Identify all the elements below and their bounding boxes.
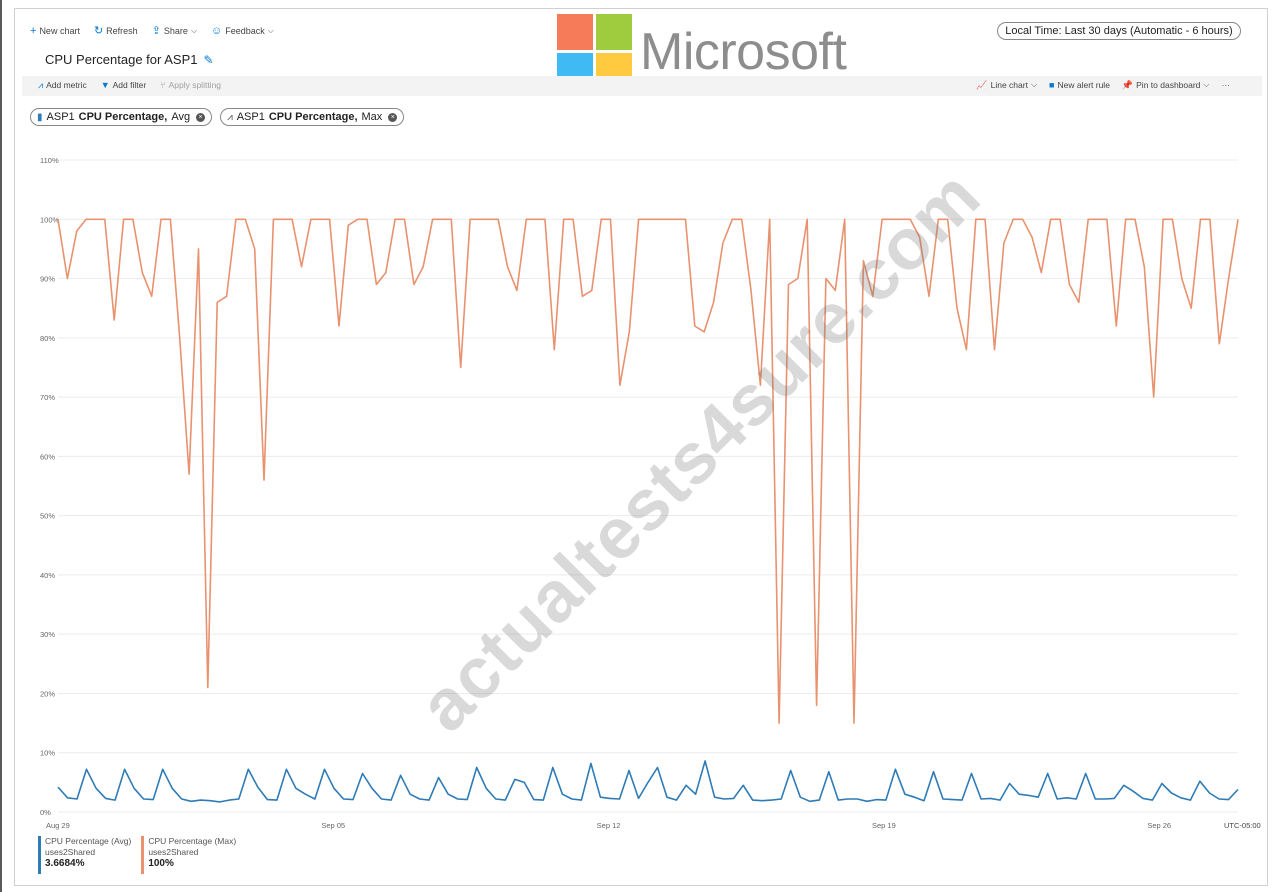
x-tick-label: Sep 19 — [872, 821, 896, 830]
x-tick-label: Sep 12 — [597, 821, 621, 830]
y-tick-label: 60% — [40, 452, 55, 461]
legend-text-avg: CPU Percentage (Avg) uses2Shared 3.6684% — [45, 836, 131, 874]
legend-swatch-max — [141, 836, 145, 874]
y-tick-label: 100% — [40, 215, 60, 224]
y-tick-label: 70% — [40, 393, 55, 402]
legend-resource: uses2Shared — [148, 847, 199, 857]
legend-item-max[interactable]: CPU Percentage (Max) uses2Shared 100% — [141, 836, 236, 874]
x-tick-label: Aug 29 — [46, 821, 70, 830]
y-axis: 110% 100% 90% 80% 70% 60% 50% 40% 30% 20% 10% 0% — [40, 156, 60, 817]
legend-value: 100% — [148, 858, 174, 869]
y-tick-label: 30% — [40, 630, 55, 639]
y-tick-label: 50% — [40, 512, 55, 521]
legend-item-avg[interactable]: CPU Percentage (Avg) uses2Shared 3.6684% — [38, 836, 131, 874]
y-tick-label: 90% — [40, 275, 55, 284]
legend-swatch-avg — [38, 836, 41, 874]
cpu-line-chart[interactable]: 110% 100% 90% 80% 70% 60% 50% 40% 30% 20% 10% 0% Au… — [0, 0, 1276, 892]
legend-name: CPU Percentage (Max) — [148, 836, 237, 846]
legend-text-max: CPU Percentage (Max) uses2Shared 100% — [148, 836, 236, 874]
series-line — [57, 760, 1239, 803]
y-tick-label: 40% — [40, 571, 55, 580]
x-tick-label: Sep 05 — [321, 821, 345, 830]
y-tick-label: 110% — [40, 156, 59, 165]
y-tick-label: 10% — [40, 749, 55, 758]
x-tick-label: Sep 26 — [1147, 821, 1171, 830]
legend-resource: uses2Shared — [45, 847, 96, 857]
y-tick-label: 0% — [40, 808, 51, 817]
x-axis: Aug 29 Sep 05 Sep 12 Sep 19 Sep 26 UTC-05:00 — [46, 821, 1261, 830]
timezone-label: UTC-05:00 — [1224, 821, 1261, 830]
y-tick-label: 80% — [40, 334, 55, 343]
chart-legend: CPU Percentage (Avg) uses2Shared 3.6684%… — [38, 836, 236, 874]
y-tick-label: 20% — [40, 689, 55, 698]
legend-value: 3.6684% — [45, 858, 85, 869]
legend-name: CPU Percentage (Avg) — [45, 836, 132, 846]
